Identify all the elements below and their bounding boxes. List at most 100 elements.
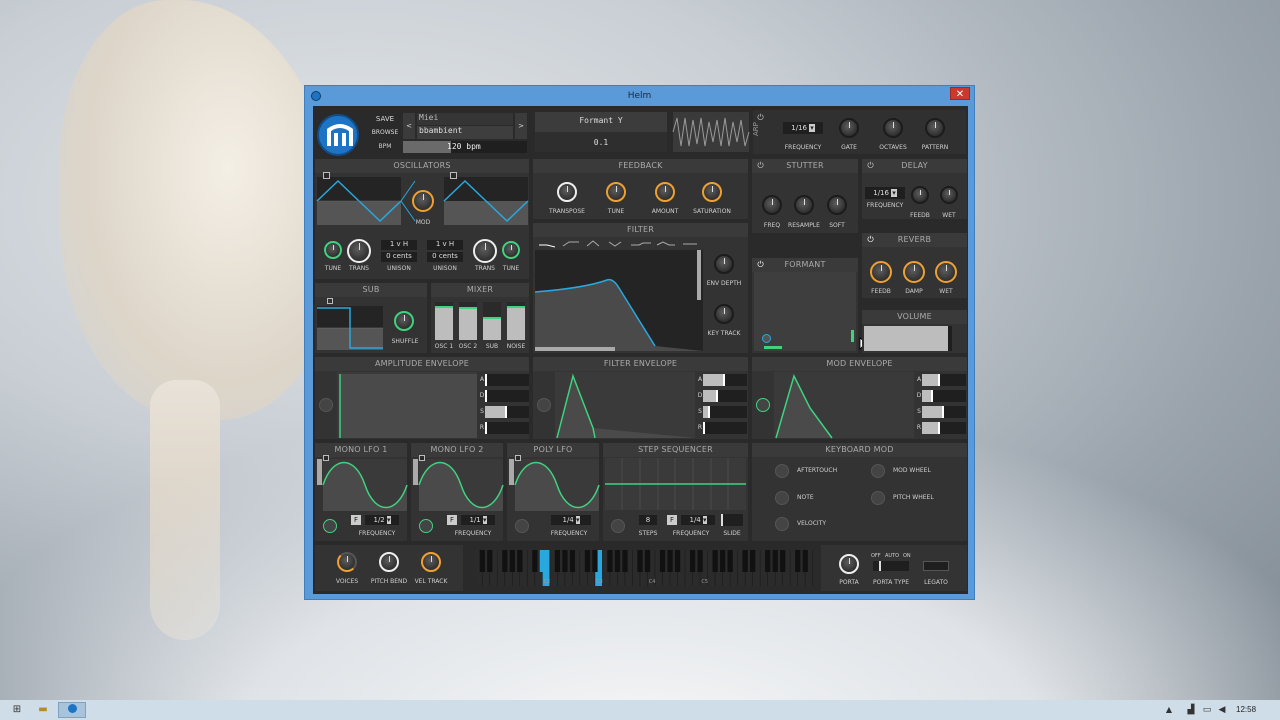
black-key[interactable] [667,550,673,572]
volume-icon[interactable]: ◀ [1211,702,1233,718]
black-key[interactable] [644,550,651,572]
reverb-damp-knob[interactable] [903,261,925,283]
patch-prev-button[interactable]: < [403,113,415,139]
filter-env-depth-knob[interactable] [714,254,734,274]
mono-lfo1-sync-button[interactable]: F [351,515,361,525]
filter-response-graph[interactable] [534,250,703,351]
black-key[interactable] [727,550,733,572]
reverb-feedb-knob[interactable] [870,261,892,283]
mod-envelope-graph[interactable] [774,372,914,439]
lfo-waveform-graph[interactable] [514,459,600,511]
osc-mod-knob[interactable] [412,190,434,212]
mod-envelope-mod-icon[interactable] [756,398,770,412]
formant-xy-pad[interactable] [754,272,856,351]
black-key[interactable] [517,550,523,572]
amp-envelope-graph[interactable] [337,372,477,438]
mixer-fader-1[interactable] [459,302,477,340]
adsr-slider[interactable] [485,406,529,418]
sub-shuffle-knob[interactable] [394,311,414,331]
black-key[interactable] [532,550,538,572]
start-icon[interactable]: ⊞ [6,702,28,718]
lfo-waveform-graph[interactable] [322,459,408,511]
black-key[interactable] [802,550,808,572]
filter-type-selector[interactable] [535,238,701,248]
vel-track-knob[interactable] [421,552,441,572]
osc1-unison-cents[interactable]: 0 cents [381,252,417,262]
lfo-amplitude-bar[interactable] [509,459,514,485]
black-key[interactable] [509,550,515,572]
black-key[interactable] [780,550,786,572]
reverb-power-icon[interactable]: ⏻ [866,235,875,244]
poly-lfo-mod-icon[interactable] [515,519,529,533]
mono-lfo1-mod-icon[interactable] [323,519,337,533]
black-key[interactable] [742,550,748,572]
lfo-amplitude-bar[interactable] [317,459,322,485]
black-key[interactable] [622,550,628,572]
step-sequencer-slide-slider[interactable] [721,514,743,526]
osc2-toggle[interactable] [450,172,457,179]
adsr-slider[interactable] [922,390,966,402]
step-sequencer-graph[interactable] [605,458,746,510]
osc2-unison-voices[interactable]: 1 v H [427,240,463,250]
black-key[interactable] [712,550,718,572]
volume-slider[interactable] [864,326,952,351]
clock[interactable]: 12:58 [1236,705,1256,714]
lfo-amplitude-bar[interactable] [413,459,418,485]
stutter-power-icon[interactable]: ⏻ [756,161,765,170]
arp-power-icon[interactable]: ⏻ [756,113,765,122]
feedback-tune-knob[interactable] [606,182,626,202]
adsr-slider[interactable] [485,422,529,434]
osc2-waveform[interactable] [443,177,529,225]
adsr-slider[interactable] [703,422,747,434]
black-key[interactable] [689,550,696,572]
sub-waveform[interactable] [317,306,383,350]
arp-octaves-knob[interactable] [883,118,903,138]
piano-keyboard[interactable]: C2 C3 C4 C5 [475,550,813,586]
black-key[interactable] [569,550,576,572]
feedback-amount-knob[interactable] [655,182,675,202]
arp-gate-knob[interactable] [839,118,859,138]
pitch-bend-knob[interactable] [379,552,399,572]
delay-frequency-display[interactable]: 1/16 ▾ [865,187,905,199]
adsr-slider[interactable] [485,390,529,402]
mod-wheel-mod-icon[interactable] [871,464,885,478]
voices-knob[interactable] [337,552,357,572]
poly-lfo-frequency[interactable]: 1/4 ▾ [551,515,591,525]
lfo-toggle[interactable] [515,455,521,461]
helm-logo-icon[interactable] [317,114,359,156]
black-key[interactable] [750,550,756,572]
black-key[interactable] [659,550,666,572]
filter-resonance-bar[interactable] [697,250,701,300]
helm-taskbar-icon[interactable] [58,702,86,718]
black-key[interactable] [772,550,778,572]
black-key[interactable] [554,550,561,572]
adsr-slider[interactable] [703,390,747,402]
formant-power-icon[interactable]: ⏻ [756,260,765,269]
osc2-trans-knob[interactable] [473,239,497,263]
osc1-trans-knob[interactable] [347,239,371,263]
black-key[interactable] [539,550,546,572]
adsr-slider[interactable] [922,406,966,418]
tray-up-arrow-icon[interactable]: ▲ [1158,702,1180,718]
black-key[interactable] [795,550,801,572]
aftertouch-mod-icon[interactable] [775,464,789,478]
black-key[interactable] [614,550,621,572]
step-sequencer-steps[interactable]: 8 [639,515,657,525]
black-key[interactable] [479,550,485,572]
black-key[interactable] [720,550,726,572]
black-key[interactable] [487,550,493,572]
filter-cutoff-bar[interactable] [535,347,615,351]
black-key[interactable] [562,550,568,572]
delay-wet-knob[interactable] [940,186,958,204]
black-key[interactable] [607,550,613,572]
pitch-wheel-mod-icon[interactable] [871,491,885,505]
filter-envelope-mod-icon[interactable] [537,398,551,412]
lfo-toggle[interactable] [323,455,329,461]
note-mod-icon[interactable] [775,491,789,505]
filter-key-track-knob[interactable] [714,304,734,324]
mixer-fader-2[interactable] [483,302,501,340]
osc2-unison-cents[interactable]: 0 cents [427,252,463,262]
step-sequencer-mod-icon[interactable] [611,519,625,533]
adsr-slider[interactable] [703,374,747,386]
delay-feedb-knob[interactable] [911,186,929,204]
